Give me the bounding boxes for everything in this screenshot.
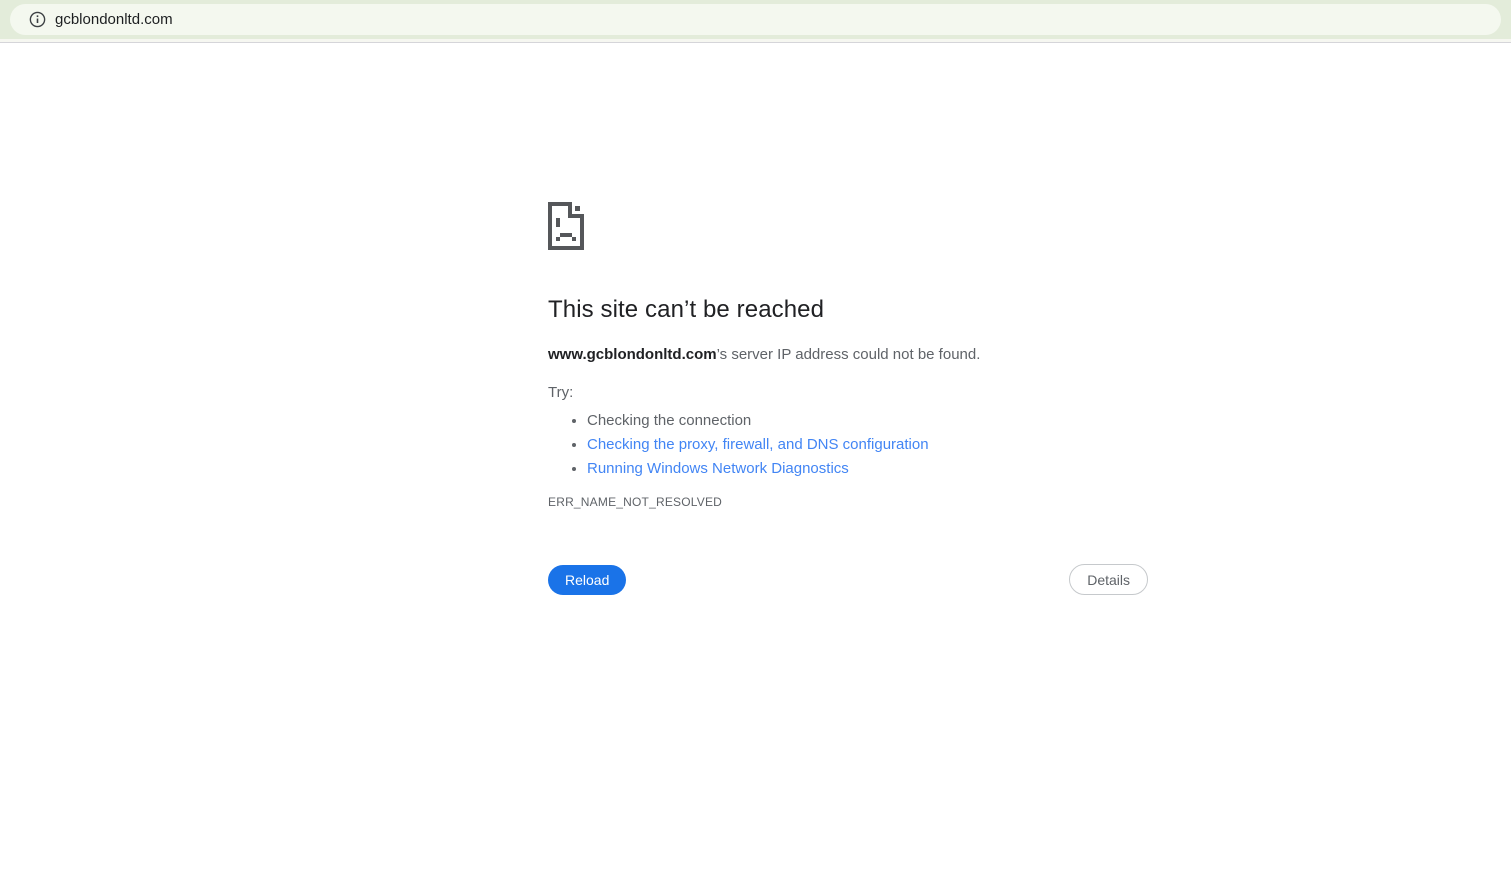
error-subtitle: www.gcblondonltd.com’s server IP address…	[548, 345, 1148, 364]
browser-toolbar: gcblondonltd.com	[0, 0, 1511, 39]
try-label: Try:	[548, 384, 574, 401]
address-bar[interactable]: gcblondonltd.com	[10, 4, 1501, 35]
suggestion-item: Checking the proxy, firewall, and DNS co…	[587, 433, 1148, 457]
error-message-rest: ’s server IP address could not be found.	[716, 346, 981, 363]
suggestion-link-network-diagnostics[interactable]: Running Windows Network Diagnostics	[587, 460, 849, 477]
toolbar-divider	[0, 39, 1511, 43]
suggestion-item: Checking the connection	[587, 409, 1148, 433]
details-button[interactable]: Details	[1069, 564, 1148, 595]
sad-page-icon	[548, 202, 584, 250]
reload-button[interactable]: Reload	[548, 564, 627, 595]
error-domain: www.gcblondonltd.com	[548, 346, 717, 363]
site-info-icon[interactable]	[29, 11, 46, 28]
suggestions-list: Checking the connection Checking the pro…	[548, 409, 1148, 481]
url-text: gcblondonltd.com	[55, 11, 173, 28]
suggestion-link-proxy-dns[interactable]: Checking the proxy, firewall, and DNS co…	[587, 436, 929, 453]
page-title: This site can’t be reached	[548, 296, 825, 323]
error-code: ERR_NAME_NOT_RESOLVED	[548, 495, 723, 509]
suggestion-text: Checking the connection	[587, 412, 752, 429]
buttons-row: Reload Details	[548, 564, 1148, 595]
suggestion-item: Running Windows Network Diagnostics	[587, 457, 1148, 481]
error-page-content: This site can’t be reached www.gcblondon…	[548, 202, 1148, 595]
